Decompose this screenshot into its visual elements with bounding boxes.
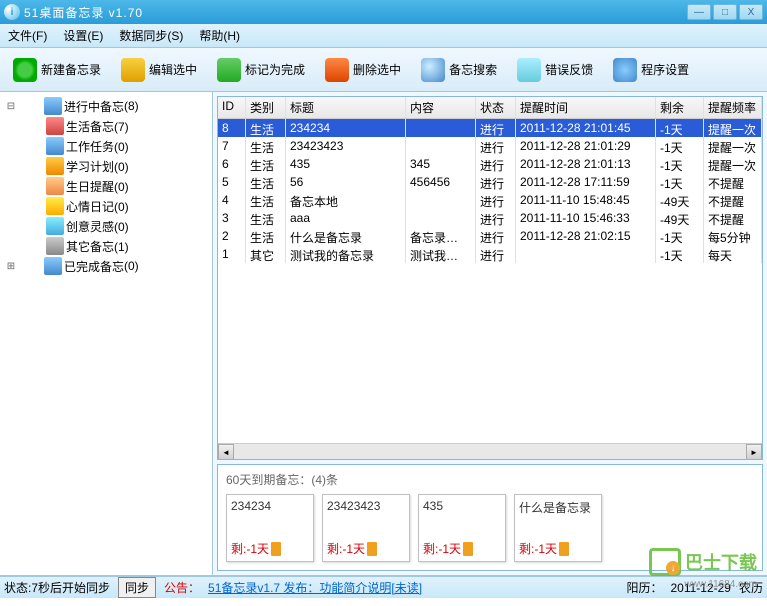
check-icon xyxy=(217,58,241,82)
right-panel: ID 类别 标题 内容 状态 提醒时间 剩余 提醒频率 8生活234234进行2… xyxy=(213,92,767,575)
menu-file[interactable]: 文件(F) xyxy=(8,27,47,44)
disk-icon xyxy=(44,257,62,275)
due-card[interactable]: 435剩:-1天 xyxy=(418,494,506,562)
calendar-icon xyxy=(44,97,62,115)
sidebar: ⊟ 进行中备忘(8) 生活备忘(7) 工作任务(0) 学习计划(0) 生日提醒(… xyxy=(0,92,213,575)
list-body: 8生活234234进行2011-12-28 21:01:45-1天提醒一次7生活… xyxy=(218,119,762,443)
delete-selected-button[interactable]: 删除选中 xyxy=(316,52,410,88)
due-panel: 60天到期备忘：(4)条 234234剩:-1天23423423剩:-1天435… xyxy=(217,464,763,571)
status-text: 状态:7秒后开始同步 xyxy=(4,579,110,596)
collapse-icon[interactable]: ⊟ xyxy=(4,101,18,112)
hdr-status[interactable]: 状态 xyxy=(476,97,516,118)
search-icon xyxy=(421,58,445,82)
scroll-left-arrow[interactable]: ◄ xyxy=(218,444,234,460)
add-icon xyxy=(13,58,37,82)
list-row[interactable]: 6生活435345进行2011-12-28 21:01:13-1天提醒一次 xyxy=(218,155,762,173)
note-icon xyxy=(46,217,64,235)
hdr-id[interactable]: ID xyxy=(218,97,246,118)
hdr-frequency[interactable]: 提醒频率 xyxy=(704,97,762,118)
horizontal-scrollbar[interactable]: ◄ ► xyxy=(218,443,762,459)
book-icon xyxy=(46,157,64,175)
tree-cat-birthday[interactable]: 生日提醒(0) xyxy=(44,176,208,196)
tree-cat-mood[interactable]: 心情日记(0) xyxy=(44,196,208,216)
maximize-button[interactable]: □ xyxy=(713,4,737,20)
tag-icon xyxy=(46,237,64,255)
app-icon: i xyxy=(4,4,20,20)
hdr-title[interactable]: 标题 xyxy=(286,97,406,118)
due-card[interactable]: 23423423剩:-1天 xyxy=(322,494,410,562)
work-icon xyxy=(46,137,64,155)
people-icon xyxy=(46,177,64,195)
solar-label: 阳历： xyxy=(626,579,662,596)
window-controls: — □ X xyxy=(687,4,763,20)
menu-settings[interactable]: 设置(E) xyxy=(63,27,103,44)
feedback-button[interactable]: 错误反馈 xyxy=(508,52,602,88)
statusbar: 状态:7秒后开始同步 同步 公告： 51备忘录v1.7 发布：功能简介说明[未读… xyxy=(0,576,767,598)
main: ⊟ 进行中备忘(8) 生活备忘(7) 工作任务(0) 学习计划(0) 生日提醒(… xyxy=(0,92,767,576)
delete-icon xyxy=(325,58,349,82)
tree-done-memos[interactable]: ⊞ 已完成备忘(0) xyxy=(4,256,208,276)
new-memo-button[interactable]: 新建备忘录 xyxy=(4,52,110,88)
close-button[interactable]: X xyxy=(739,4,763,20)
window-title: 51桌面备忘录 v1.70 xyxy=(24,4,687,21)
feedback-icon xyxy=(517,58,541,82)
due-header: 60天到期备忘：(4)条 xyxy=(222,469,758,490)
scroll-right-arrow[interactable]: ► xyxy=(746,444,762,460)
list-row[interactable]: 1其它测试我的备忘录测试我…进行-1天每天 xyxy=(218,245,762,263)
menu-help[interactable]: 帮助(H) xyxy=(199,27,240,44)
tree-cat-work[interactable]: 工作任务(0) xyxy=(44,136,208,156)
scroll-track[interactable] xyxy=(234,444,746,459)
house-icon xyxy=(46,117,64,135)
menubar: 文件(F) 设置(E) 数据同步(S) 帮助(H) xyxy=(0,24,767,48)
search-button[interactable]: 备忘搜索 xyxy=(412,52,506,88)
list-row[interactable]: 5生活56456456进行2011-12-28 17:11:59-1天不提醒 xyxy=(218,173,762,191)
announcement-label: 公告： xyxy=(164,579,200,596)
tree-cat-study[interactable]: 学习计划(0) xyxy=(44,156,208,176)
hdr-time[interactable]: 提醒时间 xyxy=(516,97,656,118)
due-card[interactable]: 什么是备忘录剩:-1天 xyxy=(514,494,602,562)
tree-active-memos[interactable]: ⊟ 进行中备忘(8) xyxy=(4,96,208,116)
list-row[interactable]: 8生活234234进行2011-12-28 21:01:45-1天提醒一次 xyxy=(218,119,762,137)
edit-icon xyxy=(121,58,145,82)
due-card[interactable]: 234234剩:-1天 xyxy=(226,494,314,562)
hdr-remaining[interactable]: 剩余 xyxy=(656,97,704,118)
list-row[interactable]: 4生活备忘本地进行2011-11-10 15:48:45-49天不提醒 xyxy=(218,191,762,209)
tree-cat-other[interactable]: 其它备忘(1) xyxy=(44,236,208,256)
tree-categories: 生活备忘(7) 工作任务(0) 学习计划(0) 生日提醒(0) 心情日记(0) … xyxy=(4,116,208,256)
memo-list: ID 类别 标题 内容 状态 提醒时间 剩余 提醒频率 8生活234234进行2… xyxy=(217,96,763,460)
gear-icon xyxy=(613,58,637,82)
expand-icon[interactable]: ⊞ xyxy=(4,261,18,272)
list-row[interactable]: 2生活什么是备忘录备忘录…进行2011-12-28 21:02:15-1天每5分… xyxy=(218,227,762,245)
list-row[interactable]: 3生活aaa进行2011-11-10 15:46:33-49天不提醒 xyxy=(218,209,762,227)
minimize-button[interactable]: — xyxy=(687,4,711,20)
toolbar: 新建备忘录 编辑选中 标记为完成 删除选中 备忘搜索 错误反馈 程序设置 xyxy=(0,48,767,92)
menu-sync[interactable]: 数据同步(S) xyxy=(119,27,183,44)
solar-date: 2011-12-29 xyxy=(670,581,731,595)
hdr-content[interactable]: 内容 xyxy=(406,97,476,118)
bolt-icon xyxy=(46,197,64,215)
options-button[interactable]: 程序设置 xyxy=(604,52,698,88)
due-cards: 234234剩:-1天23423423剩:-1天435剩:-1天什么是备忘录剩:… xyxy=(222,490,758,566)
hdr-category[interactable]: 类别 xyxy=(246,97,286,118)
tree-cat-life[interactable]: 生活备忘(7) xyxy=(44,116,208,136)
announcement-link[interactable]: 51备忘录v1.7 发布：功能简介说明[未读] xyxy=(208,579,422,596)
tree-cat-idea[interactable]: 创意灵感(0) xyxy=(44,216,208,236)
sync-button[interactable]: 同步 xyxy=(118,577,156,598)
mark-done-button[interactable]: 标记为完成 xyxy=(208,52,314,88)
titlebar: i 51桌面备忘录 v1.70 — □ X xyxy=(0,0,767,24)
edit-selected-button[interactable]: 编辑选中 xyxy=(112,52,206,88)
list-header: ID 类别 标题 内容 状态 提醒时间 剩余 提醒频率 xyxy=(218,97,762,119)
lunar-label: 农历 xyxy=(739,579,763,596)
list-row[interactable]: 7生活23423423进行2011-12-28 21:01:29-1天提醒一次 xyxy=(218,137,762,155)
